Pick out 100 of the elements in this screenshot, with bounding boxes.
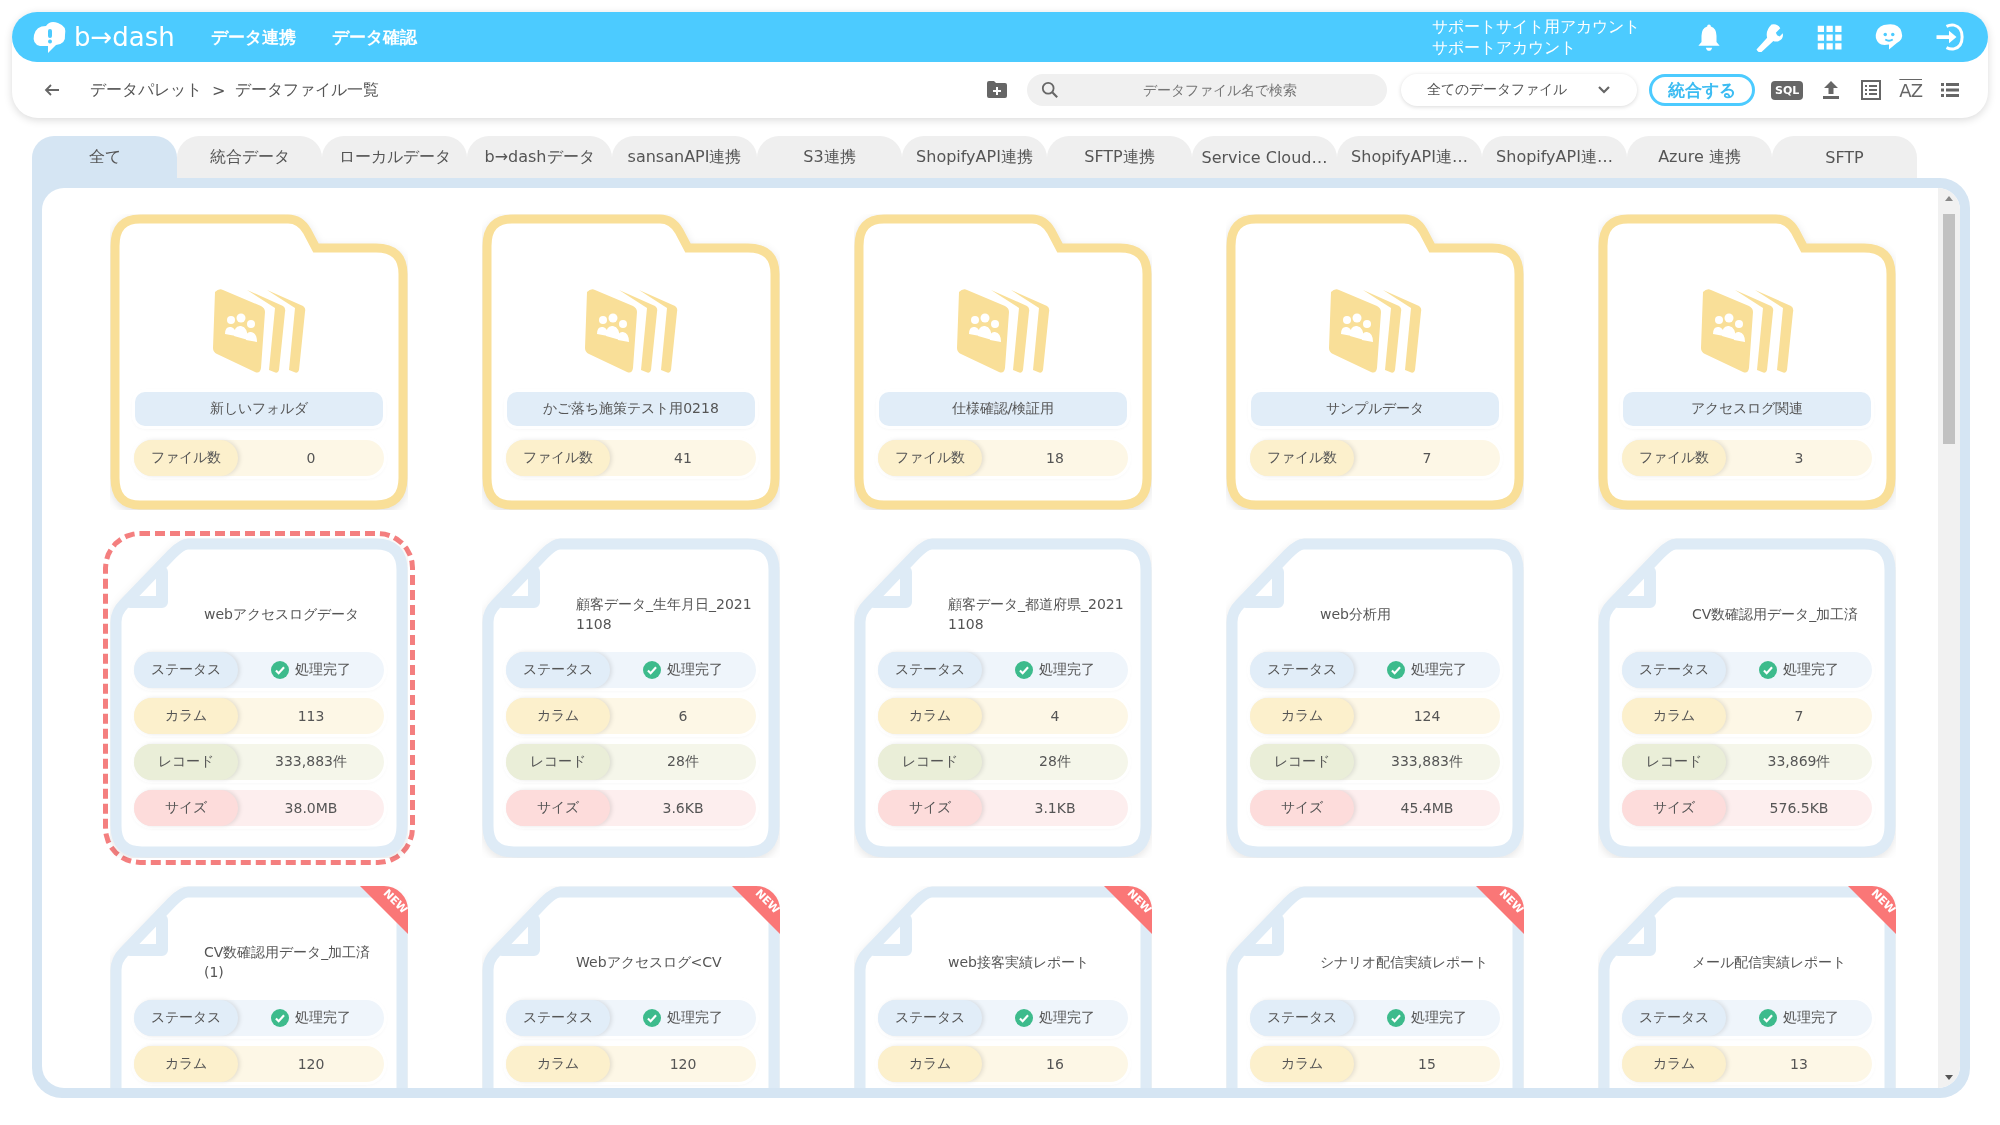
stat-value: 333,883件 [1391,753,1463,771]
file-name: メール配信実績レポート [1692,953,1847,972]
stat-label: ステータス [1622,1000,1726,1036]
stat-label: ステータス [1622,652,1726,688]
account-name: サポートアカウント [1432,37,1577,58]
tab[interactable]: ShopifyAPI連… [1337,136,1482,178]
stat-label: サイズ [134,790,238,826]
stat-label: ステータス [878,652,982,688]
stat-label: ファイル数 [1250,440,1354,476]
stat-label: ファイル数 [506,440,610,476]
stat-label: カラム [134,698,238,734]
tab[interactable]: ローカルデータ [322,136,467,178]
stat-value: 124 [1413,708,1441,724]
stat-label: サイズ [878,790,982,826]
stat-label: カラム [134,1046,238,1082]
file-card[interactable]: 顧客データ_生年月日_20211108 ステータス 処理完了 カラム 6 レコード 28件 サイズ 3.6KB [482,538,780,858]
file-name: web分析用 [1320,605,1392,624]
file-name: シナリオ配信実績レポート [1320,953,1489,972]
breadcrumb-link[interactable]: データパレット [90,79,202,101]
stat-label: レコード [878,744,982,780]
stat-label: レコード [506,744,610,780]
stat-label: ファイル数 [878,440,982,476]
tab[interactable]: sansanAPI連携 [612,136,757,178]
stat-label: ステータス [134,652,238,688]
file-name: CV数確認用データ_加工済 [1692,605,1860,624]
search-field[interactable]: データファイル名で検索 [1027,74,1388,106]
stat-label: レコード [134,744,238,780]
stat-label: ステータス [878,1000,982,1036]
stat-value: 処理完了 [295,1009,351,1027]
account-name: サポートサイト用アカウント [1432,16,1640,37]
stat-label: カラム [878,698,982,734]
folder-name: 仕様確認/検証用 [879,392,1127,426]
file-name: 顧客データ_都道府県_20211108 [948,595,1125,634]
stat-value: 処理完了 [1783,1009,1839,1027]
stat-value: 18 [1045,450,1065,466]
file-card[interactable]: CV数確認用データ_加工済 ステータス 処理完了 カラム 7 レコード 33,869件 サイズ 576.5KB [1598,538,1896,858]
stat-value: 処理完了 [1039,1009,1095,1027]
stat-label: レコード [1250,744,1354,780]
stat-value: 7 [1421,450,1433,466]
stat-value: 0 [305,450,317,466]
filter-dropdown[interactable]: 全てのデータファイル [1401,74,1638,106]
stat-value: 処理完了 [1411,661,1467,679]
file-card[interactable]: 顧客データ_都道府県_20211108 ステータス 処理完了 カラム 4 レコード 28件 サイズ 3.1KB [854,538,1152,858]
file-name: web接客実績レポート [948,953,1090,972]
stat-label: サイズ [1622,790,1726,826]
folder-name: サンプルデータ [1251,392,1499,426]
tab[interactable]: Azure 連携 [1627,136,1772,178]
stat-value: 15 [1418,1056,1436,1072]
stat-value: 6 [678,708,688,724]
stat-value: 576.5KB [1769,800,1829,816]
stat-value: 3.1KB [1034,800,1076,816]
stat-label: カラム [1622,698,1726,734]
file-name: webアクセスログデータ [204,605,360,624]
stat-value: 処理完了 [667,1009,723,1027]
tab[interactable]: SFTP [1772,136,1917,178]
stat-value: 33,869件 [1767,753,1831,771]
stat-label: レコード [1622,744,1726,780]
tab[interactable]: 統合データ [177,136,322,178]
stat-value: 16 [1046,1056,1064,1072]
stat-value: 120 [669,1056,697,1072]
stat-label: ステータス [506,652,610,688]
stat-label: ファイル数 [134,440,238,476]
stat-label: サイズ [506,790,610,826]
stat-value: 28件 [1039,753,1071,771]
file-name: Webアクセスログ<CV [576,953,723,972]
stat-value: 45.4MB [1400,800,1454,816]
stat-value: 3 [1793,450,1805,466]
stat-value: 3.6KB [662,800,704,816]
file-card[interactable]: web分析用 ステータス 処理完了 カラム 124 レコード 333,883件 サイズ 45.4MB [1226,538,1524,858]
tab[interactable]: SFTP連携 [1047,136,1192,178]
stat-value: 333,883件 [275,753,347,771]
stat-label: カラム [1250,1046,1354,1082]
stat-value: 120 [297,1056,325,1072]
sql-button[interactable]: SQL [1771,80,1804,100]
stat-label: カラム [1622,1046,1726,1082]
stat-label: サイズ [1250,790,1354,826]
tab[interactable]: b→dashデータ [467,136,612,178]
stat-value: 113 [297,708,325,724]
stat-value: 38.0MB [284,800,338,816]
stat-label: ステータス [1250,1000,1354,1036]
tab[interactable]: ShopifyAPI連携 [902,136,1047,178]
stat-value: 28件 [667,753,699,771]
tab[interactable]: ShopifyAPI連… [1482,136,1627,178]
stat-label: カラム [1250,698,1354,734]
file-name: 顧客データ_生年月日_20211108 [576,595,753,634]
stat-label: カラム [506,698,610,734]
folder-name: 新しいフォルダ [135,392,383,426]
stat-value: 処理完了 [1039,661,1095,679]
stat-value: 41 [673,450,693,466]
tab[interactable]: Service Cloud… [1192,136,1337,178]
breadcrumb-separator: > [212,80,226,100]
tab[interactable]: S3連携 [757,136,902,178]
stat-value: 7 [1794,708,1804,724]
stat-value: 処理完了 [1411,1009,1467,1027]
stat-label: ステータス [134,1000,238,1036]
sort-az-button[interactable]: AZ [1899,79,1922,101]
stat-value: 処理完了 [667,661,723,679]
tab[interactable]: 全て [32,136,177,178]
stat-label: カラム [506,1046,610,1082]
stat-label: ファイル数 [1622,440,1726,476]
